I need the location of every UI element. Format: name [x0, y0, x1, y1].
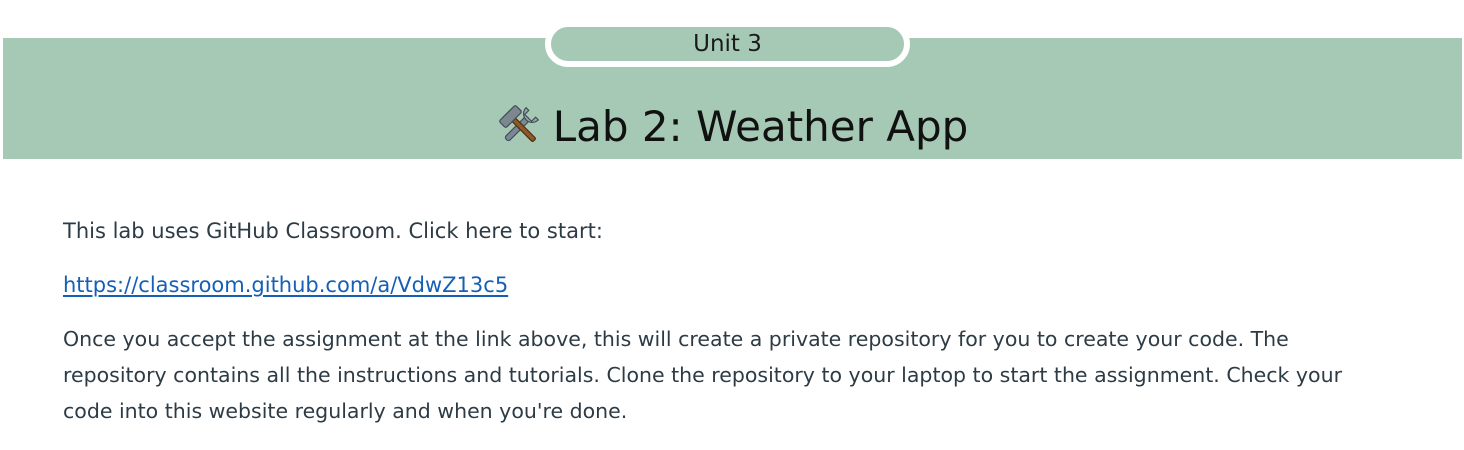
- link-paragraph: https://classroom.github.com/a/VdwZ13c5: [63, 267, 1393, 303]
- unit-label: Unit 3: [693, 31, 762, 57]
- page-title: Lab 2: Weather App: [3, 94, 1462, 158]
- github-classroom-link[interactable]: https://classroom.github.com/a/VdwZ13c5: [63, 273, 508, 297]
- page-title-text: Lab 2: Weather App: [552, 101, 969, 151]
- lab-content: This lab uses GitHub Classroom. Click he…: [63, 213, 1393, 429]
- description-text: Once you accept the assignment at the li…: [63, 327, 1343, 423]
- hammer-and-wrench-icon: [498, 105, 539, 142]
- intro-text: This lab uses GitHub Classroom. Click he…: [63, 219, 603, 243]
- unit-badge: Unit 3: [545, 21, 910, 67]
